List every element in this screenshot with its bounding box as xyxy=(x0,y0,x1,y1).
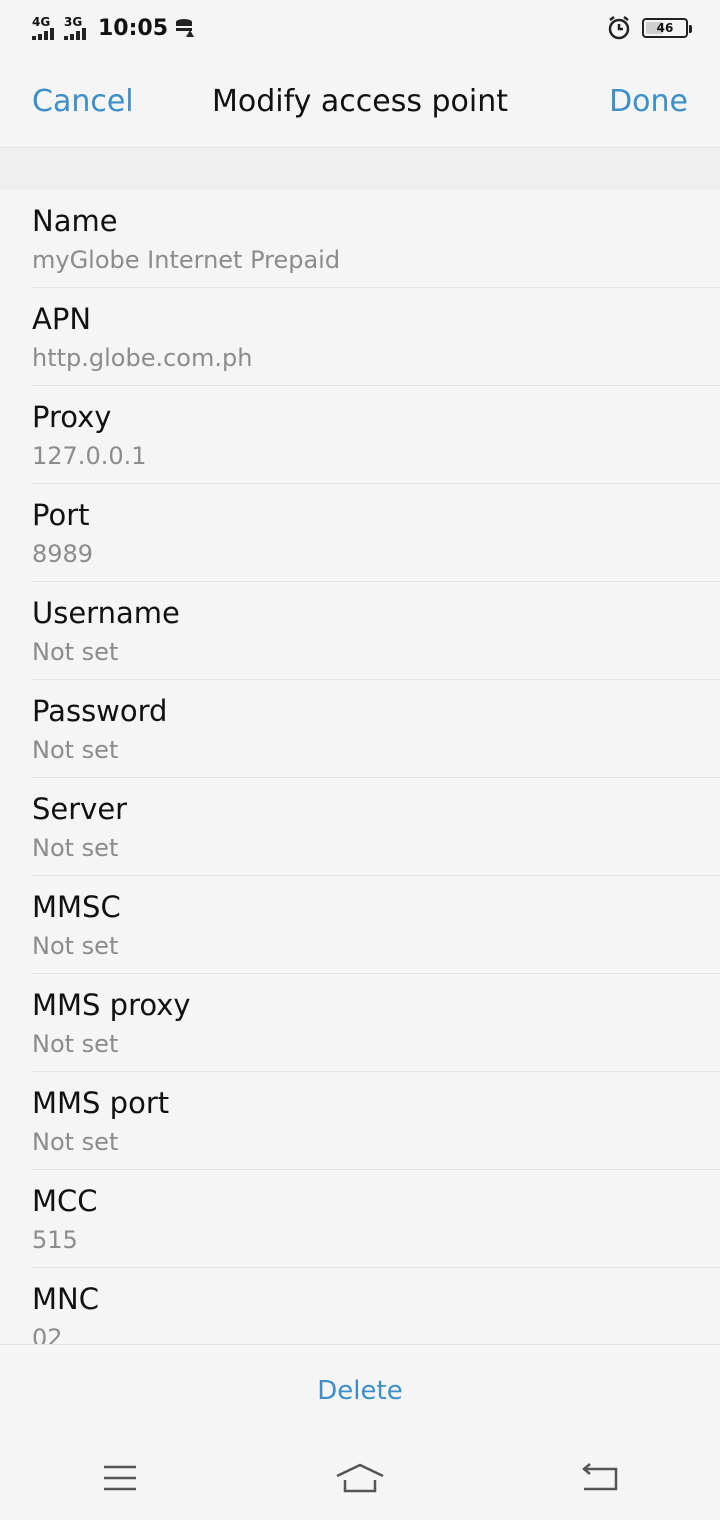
field-value: 127.0.0.1 xyxy=(32,442,147,470)
title-bar: Cancel Modify access point Done xyxy=(0,56,720,148)
field-label: APN xyxy=(32,302,92,336)
field-row-mms-proxy[interactable]: MMS proxy Not set xyxy=(32,974,720,1072)
field-row-name[interactable]: Name myGlobe Internet Prepaid xyxy=(32,190,720,288)
field-value: 02 xyxy=(32,1324,63,1344)
cancel-button[interactable]: Cancel xyxy=(32,84,134,119)
status-bar: 4G 3G 10:05 46 xyxy=(0,0,720,56)
field-value: myGlobe Internet Prepaid xyxy=(32,246,341,274)
field-label: Name xyxy=(32,204,118,238)
bottom-action-bar: Delete xyxy=(0,1344,720,1436)
data-transfer-icon xyxy=(176,19,195,37)
section-spacer xyxy=(0,148,720,190)
field-row-mcc[interactable]: MCC 515 xyxy=(32,1170,720,1268)
field-value: Not set xyxy=(32,932,119,960)
field-row-mmsc[interactable]: MMSC Not set xyxy=(32,876,720,974)
field-label: MMSC xyxy=(32,890,121,924)
navigation-bar xyxy=(0,1436,720,1520)
battery-level: 46 xyxy=(656,21,674,35)
home-button[interactable] xyxy=(330,1456,390,1500)
field-label: Username xyxy=(32,596,180,630)
status-time: 10:05 xyxy=(98,15,169,41)
back-icon xyxy=(582,1463,618,1491)
field-row-apn[interactable]: APN http.globe.com.ph xyxy=(32,288,720,386)
menu-icon xyxy=(104,1465,136,1491)
field-value: 8989 xyxy=(32,540,94,568)
field-row-port[interactable]: Port 8989 xyxy=(32,484,720,582)
delete-button[interactable]: Delete xyxy=(317,1376,402,1406)
field-value: 515 xyxy=(32,1226,78,1254)
field-row-proxy[interactable]: Proxy 127.0.0.1 xyxy=(32,386,720,484)
network-type-2: 3G xyxy=(64,15,83,29)
field-label: Server xyxy=(32,792,128,826)
field-row-server[interactable]: Server Not set xyxy=(32,778,720,876)
field-label: Proxy xyxy=(32,400,112,434)
field-label: MNC xyxy=(32,1282,99,1316)
field-label: MCC xyxy=(32,1184,98,1218)
menu-button[interactable] xyxy=(90,1456,150,1500)
status-right: 46 xyxy=(606,15,692,41)
field-value: http.globe.com.ph xyxy=(32,344,253,372)
done-button[interactable]: Done xyxy=(609,84,688,119)
field-label: MMS port xyxy=(32,1086,170,1120)
signal-icon: 3G xyxy=(64,16,86,40)
field-value: Not set xyxy=(32,1030,119,1058)
field-label: Password xyxy=(32,694,168,728)
field-row-mnc[interactable]: MNC 02 xyxy=(32,1268,720,1344)
alarm-icon xyxy=(608,16,630,40)
field-value: Not set xyxy=(32,1128,119,1156)
field-row-mms-port[interactable]: MMS port Not set xyxy=(32,1072,720,1170)
signal-icon: 4G xyxy=(32,16,54,40)
battery-icon: 46 xyxy=(642,18,692,38)
field-label: Port xyxy=(32,498,90,532)
field-value: Not set xyxy=(32,834,119,862)
home-icon xyxy=(336,1463,384,1493)
back-button[interactable] xyxy=(570,1456,630,1500)
field-row-password[interactable]: Password Not set xyxy=(32,680,720,778)
field-value: Not set xyxy=(32,736,119,764)
field-row-username[interactable]: Username Not set xyxy=(32,582,720,680)
apn-field-list[interactable]: Name myGlobe Internet Prepaid APN http.glob… xyxy=(0,190,720,1344)
field-value: Not set xyxy=(32,638,119,666)
field-label: MMS proxy xyxy=(32,988,191,1022)
network-type-1: 4G xyxy=(32,15,51,29)
status-left: 4G 3G 10:05 xyxy=(32,16,196,41)
